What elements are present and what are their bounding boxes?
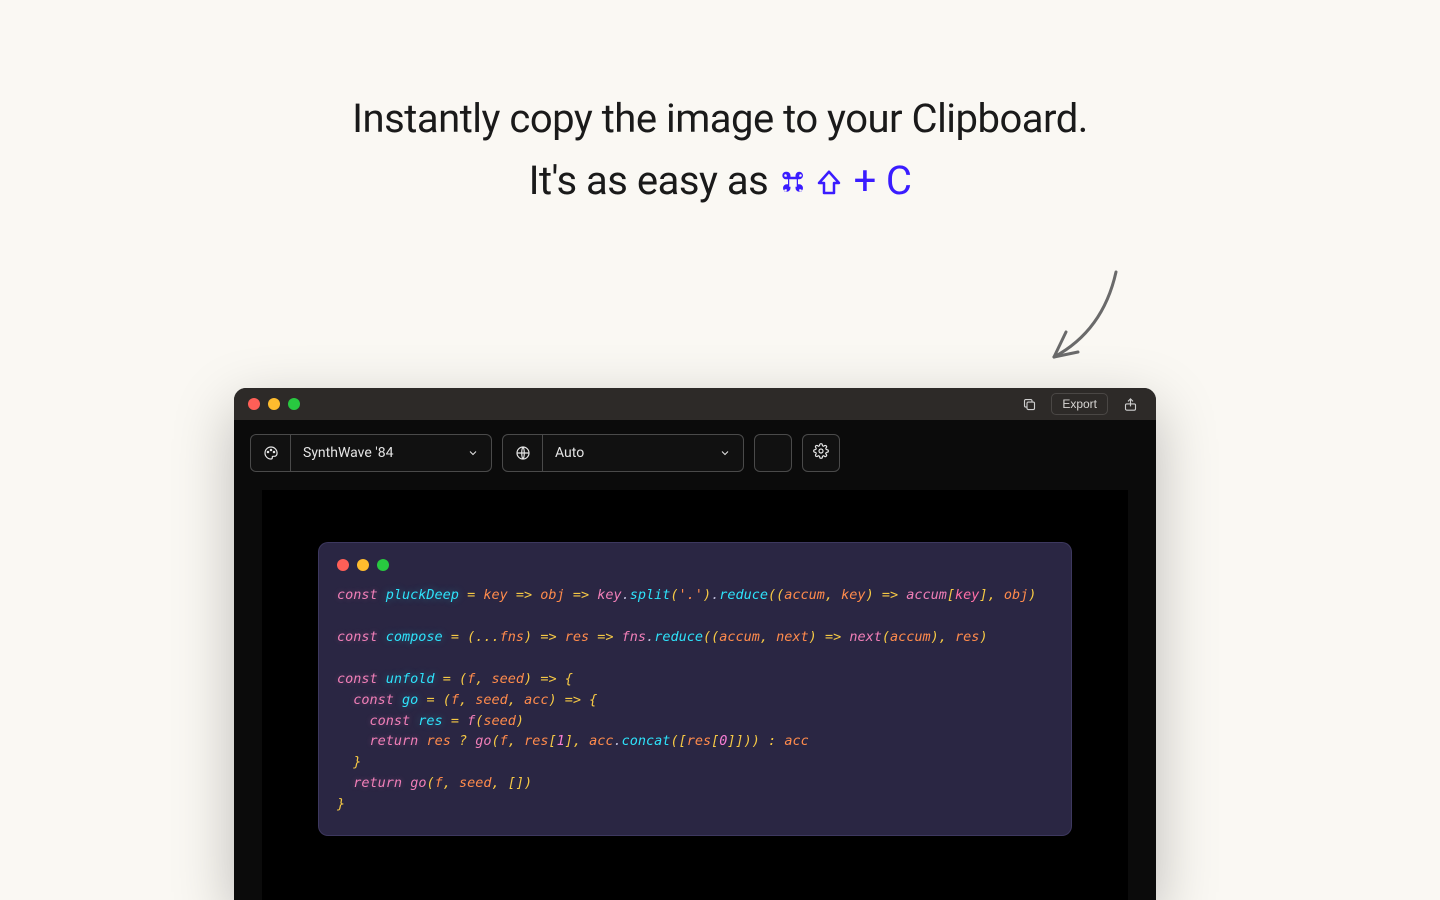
shortcut-plus: + — [854, 150, 876, 212]
code-content[interactable]: const pluckDeep = key => obj => key.spli… — [337, 585, 1053, 815]
chevron-down-icon — [719, 447, 731, 459]
window-titlebar: Export — [234, 388, 1156, 420]
keyboard-shortcut: + C — [778, 150, 912, 212]
app-window: Export SynthWave '84 — [234, 388, 1156, 900]
window-zoom-button[interactable] — [288, 398, 300, 410]
code-card: const pluckDeep = key => obj => key.spli… — [318, 542, 1072, 836]
globe-icon — [503, 435, 543, 471]
card-dot-green — [377, 559, 389, 571]
window-traffic-lights — [248, 398, 300, 410]
card-dot-red — [337, 559, 349, 571]
headline-line2-prefix: It's as easy as — [529, 157, 778, 204]
page-headline: Instantly copy the image to your Clipboa… — [0, 0, 1440, 212]
decorative-arrow — [1024, 262, 1144, 386]
share-icon[interactable] — [1118, 393, 1142, 415]
card-dot-yellow — [357, 559, 369, 571]
copy-icon[interactable] — [1017, 393, 1041, 415]
shift-key-icon — [814, 150, 844, 212]
command-key-icon — [778, 150, 808, 212]
chevron-down-icon — [467, 447, 479, 459]
headline-line1: Instantly copy the image to your Clipboa… — [352, 95, 1088, 142]
language-selected-label: Auto — [555, 445, 584, 461]
canvas-area: const pluckDeep = key => obj => key.spli… — [262, 490, 1128, 900]
settings-button[interactable] — [802, 434, 840, 472]
language-selector[interactable]: Auto — [502, 434, 744, 472]
theme-selector[interactable]: SynthWave '84 — [250, 434, 492, 472]
shortcut-key-c: C — [886, 150, 912, 212]
card-traffic-lights — [337, 559, 1053, 571]
background-color-picker[interactable] — [754, 434, 792, 472]
toolbar: SynthWave '84 Auto — [234, 420, 1156, 472]
gear-icon — [813, 443, 829, 463]
window-close-button[interactable] — [248, 398, 260, 410]
theme-selected-label: SynthWave '84 — [303, 445, 393, 461]
window-minimize-button[interactable] — [268, 398, 280, 410]
palette-icon — [251, 435, 291, 471]
export-button[interactable]: Export — [1051, 393, 1108, 415]
